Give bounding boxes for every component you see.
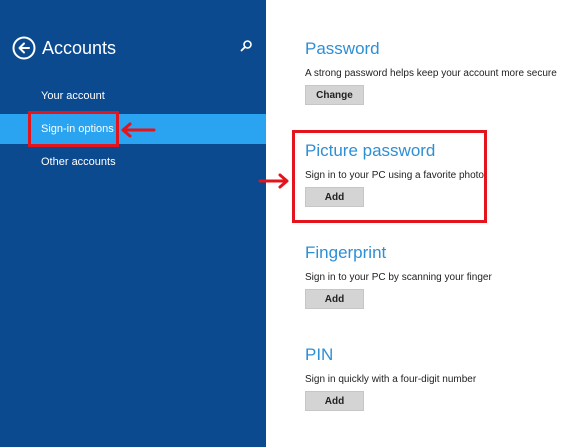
highlight-box-sign-in-options [28,111,119,147]
sidebar-item-your-account[interactable]: Your account [0,81,266,111]
section-title: PIN [305,345,334,364]
sidebar-item-other-accounts[interactable]: Other accounts [0,147,266,177]
page-title: Accounts [42,38,117,58]
sidebar-item-label: Other accounts [41,156,116,168]
section-title: Picture password [305,141,436,160]
pin-section: PIN Sign in quickly with a four-digit nu… [305,344,476,411]
add-fingerprint-button[interactable]: Add [305,289,364,309]
fingerprint-section: Fingerprint Sign in to your PC by scanni… [305,242,492,309]
section-description: Sign in to your PC using a favorite phot… [305,170,484,181]
section-description: Sign in to your PC by scanning your fing… [305,272,492,283]
add-picture-password-button[interactable]: Add [305,187,364,207]
sidebar: Accounts Your account Sign-in options Ot… [0,0,266,447]
back-button[interactable] [12,36,36,60]
red-arrow-icon [121,122,156,138]
change-password-button[interactable]: Change [305,85,364,105]
section-description: Sign in quickly with a four-digit number [305,374,477,385]
picture-password-section: Picture password Sign in to your PC usin… [305,140,484,207]
password-section: Password A strong password helps keep yo… [305,38,557,105]
section-description: A strong password helps keep your accoun… [305,68,557,79]
add-pin-button[interactable]: Add [305,391,364,411]
search-icon [240,40,252,52]
red-arrow-icon [258,173,289,189]
section-title: Fingerprint [305,243,387,262]
section-title: Password [305,39,380,58]
back-arrow-circle-icon [12,36,36,60]
search-button[interactable] [238,38,254,54]
sidebar-item-label: Your account [41,90,105,102]
